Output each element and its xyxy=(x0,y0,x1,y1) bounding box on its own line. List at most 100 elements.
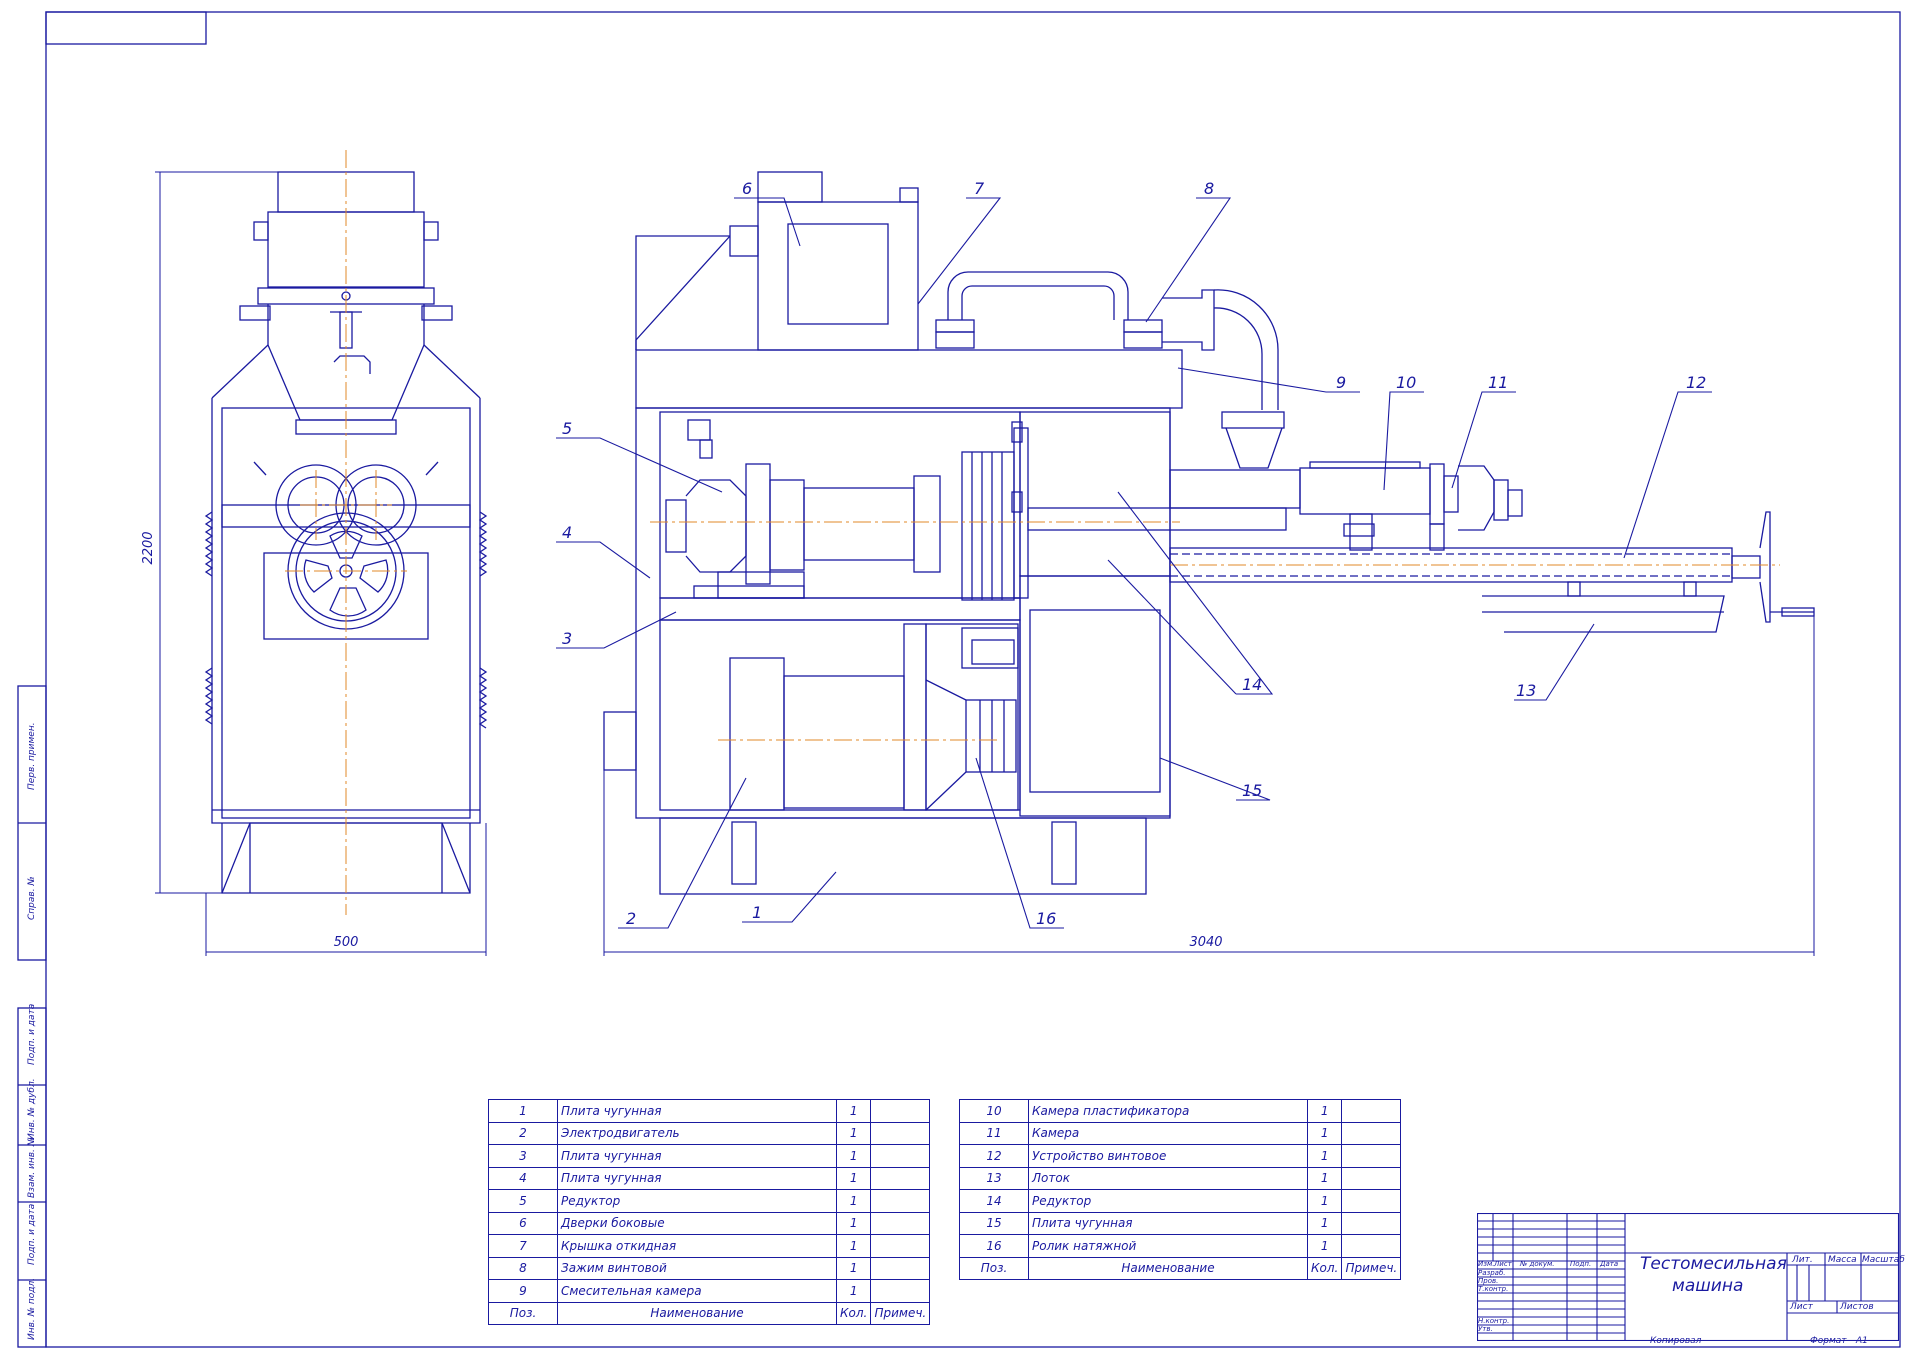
spec-cell-pos: 7 xyxy=(488,1234,558,1258)
spec-cell-note xyxy=(870,1279,931,1303)
spec-cell-name: Дверки боковые xyxy=(557,1211,837,1235)
spec-header-note: Примеч. xyxy=(870,1301,931,1325)
spec-cell-pos: 2 xyxy=(488,1121,558,1145)
spec-cell-qty: 1 xyxy=(1306,1099,1343,1123)
spec-cell-pos: 13 xyxy=(959,1166,1029,1190)
spec-header-name: Наименование xyxy=(557,1301,837,1325)
callout-4: 4 xyxy=(562,523,572,542)
title-block-col-date: Дата xyxy=(1600,1260,1619,1268)
callout-15: 15 xyxy=(1242,781,1262,800)
spec-cell-pos: 5 xyxy=(488,1189,558,1213)
dim-width-label: 500 xyxy=(334,935,359,950)
spec-cell-qty: 1 xyxy=(1306,1166,1343,1190)
title-block-copied: Копировал xyxy=(1650,1336,1702,1346)
spec-cell-qty: 1 xyxy=(835,1099,872,1123)
callout-9: 9 xyxy=(1336,373,1346,392)
callout-8: 8 xyxy=(1204,179,1214,198)
spec-cell-qty: 1 xyxy=(1306,1189,1343,1213)
spec-cell-qty: 1 xyxy=(835,1279,872,1303)
front-view-axes xyxy=(650,521,1780,741)
dim-height-label: 2200 xyxy=(141,531,156,564)
spec-cell-note xyxy=(870,1189,931,1213)
spec-cell-qty: 1 xyxy=(835,1189,872,1213)
spec-cell-name: Плита чугунная xyxy=(557,1166,837,1190)
spec-cell-note xyxy=(870,1166,931,1190)
title-block-col-doc: № докум. xyxy=(1520,1260,1555,1268)
title-block-row-tkontr: Т.контр. xyxy=(1478,1285,1509,1293)
callout-14: 14 xyxy=(1242,675,1262,694)
spec-cell-name: Камера xyxy=(1028,1121,1308,1145)
spec-cell-qty: 1 xyxy=(835,1234,872,1258)
callout-5: 5 xyxy=(562,419,572,438)
spec-cell-note xyxy=(1341,1234,1402,1258)
spec-cell-pos: 1 xyxy=(488,1099,558,1123)
title-block-row-utv: Утв. xyxy=(1478,1325,1493,1333)
spec-cell-name: Плита чугунная xyxy=(1028,1211,1308,1235)
spec-cell-name: Редуктор xyxy=(557,1189,837,1213)
spec-cell-name: Зажим винтовой xyxy=(557,1256,837,1280)
callout-1: 1 xyxy=(752,903,762,922)
spec-cell-note xyxy=(1341,1121,1402,1145)
spec-cell-name: Камера пластификатора xyxy=(1028,1099,1308,1123)
spec-cell-name: Электродвигатель xyxy=(557,1121,837,1145)
spec-row: 11 Камера 1 xyxy=(959,1121,1402,1145)
spec-cell-pos: 9 xyxy=(488,1279,558,1303)
dim-length-label: 3040 xyxy=(1189,935,1222,950)
spec-row: 5 Редуктор 1 xyxy=(488,1189,931,1213)
spec-cell-name: Плита чугунная xyxy=(557,1099,837,1123)
spec-row: 15 Плита чугунная 1 xyxy=(959,1211,1402,1235)
spec-cell-note xyxy=(1341,1189,1402,1213)
spec-cell-pos: 11 xyxy=(959,1121,1029,1145)
callout-6: 6 xyxy=(742,179,752,198)
title-block-row-razrab: Разраб. xyxy=(1478,1269,1506,1277)
spec-header-row: Поз. Наименование Кол. Примеч. xyxy=(959,1256,1402,1280)
title-block-mass: Масса xyxy=(1828,1255,1857,1265)
title-block-scale: Масштаб xyxy=(1862,1255,1905,1265)
title-block-lit: Лит. xyxy=(1792,1255,1813,1265)
spec-cell-note xyxy=(870,1144,931,1168)
spec-cell-pos: 16 xyxy=(959,1234,1029,1258)
spec-header-note: Примеч. xyxy=(1341,1256,1402,1280)
spec-header-qty: Кол. xyxy=(835,1301,872,1325)
spec-cell-qty: 1 xyxy=(835,1166,872,1190)
frame-label-podp2: Подп. и дата xyxy=(27,1204,37,1265)
frame-label-podp1: Подп. и дата xyxy=(27,1004,37,1065)
spec-cell-name: Смесительная камера xyxy=(557,1279,837,1303)
frame-label-dubl: Инв. № дубл. xyxy=(27,1078,37,1140)
spec-cell-pos: 6 xyxy=(488,1211,558,1235)
spec-header-pos: Поз. xyxy=(488,1301,558,1325)
spec-row: 3 Плита чугунная 1 xyxy=(488,1144,931,1168)
spec-cell-pos: 3 xyxy=(488,1144,558,1168)
spec-cell-name: Крышка откидная xyxy=(557,1234,837,1258)
spec-row: 6 Дверки боковые 1 xyxy=(488,1211,931,1235)
spec-header-qty: Кол. xyxy=(1306,1256,1343,1280)
spec-row: 8 Зажим винтовой 1 xyxy=(488,1256,931,1280)
spec-row: 13 Лоток 1 xyxy=(959,1166,1402,1190)
frame-label-sprav: Справ. № xyxy=(27,876,37,920)
spec-cell-name: Редуктор xyxy=(1028,1189,1308,1213)
spec-cell-name: Плита чугунная xyxy=(557,1144,837,1168)
callout-7: 7 xyxy=(974,179,985,198)
spec-cell-qty: 1 xyxy=(835,1211,872,1235)
spec-cell-name: Устройство винтовое xyxy=(1028,1144,1308,1168)
spec-cell-name: Лоток xyxy=(1028,1166,1308,1190)
spec-cell-qty: 1 xyxy=(835,1121,872,1145)
spec-header-pos: Поз. xyxy=(959,1256,1029,1280)
spec-row: 9 Смесительная камера 1 xyxy=(488,1279,931,1303)
title-block-format: Формат xyxy=(1810,1336,1847,1346)
spec-cell-note xyxy=(870,1234,931,1258)
callout-12: 12 xyxy=(1686,373,1706,392)
spec-cell-qty: 1 xyxy=(1306,1121,1343,1145)
spec-header-name: Наименование xyxy=(1028,1256,1308,1280)
title-block-format-value: А1 xyxy=(1856,1336,1868,1346)
spec-cell-note xyxy=(1341,1211,1402,1235)
spec-cell-qty: 1 xyxy=(835,1144,872,1168)
callout-16: 16 xyxy=(1036,909,1056,928)
title-block-col-list: Лист xyxy=(1494,1260,1512,1268)
spec-row: 16 Ролик натяжной 1 xyxy=(959,1234,1402,1258)
spec-cell-qty: 1 xyxy=(835,1256,872,1280)
spec-row: 2 Электродвигатель 1 xyxy=(488,1121,931,1145)
spec-row: 4 Плита чугунная 1 xyxy=(488,1166,931,1190)
title-block-col-sign: Подп. xyxy=(1570,1260,1592,1268)
spec-header-row: Поз. Наименование Кол. Примеч. xyxy=(488,1301,931,1325)
